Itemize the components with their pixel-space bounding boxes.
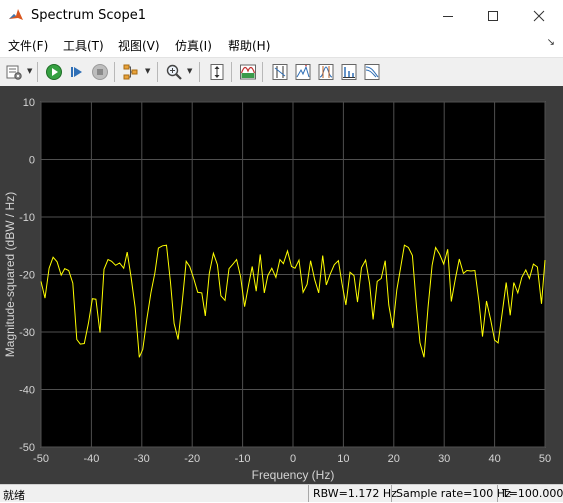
- peak-finder-button[interactable]: [292, 61, 314, 83]
- window-title: Spectrum Scope1: [31, 8, 147, 23]
- stop-icon: [92, 64, 108, 80]
- x-tick-label: -40: [83, 453, 99, 465]
- signal-selector-dropdown-icon[interactable]: ▼: [145, 68, 151, 75]
- x-tick-label: 20: [388, 453, 400, 465]
- run-button[interactable]: [43, 61, 65, 83]
- stop-button[interactable]: [89, 61, 111, 83]
- toolbar-separator: [114, 62, 115, 82]
- cursor-measurements-button[interactable]: [269, 61, 291, 83]
- settings-button[interactable]: [3, 61, 25, 83]
- matlab-icon: [8, 8, 24, 24]
- status-bar: 就绪 RBW=1.172 Hz Sample rate=100 Hz T=100…: [0, 484, 563, 502]
- close-icon: [533, 10, 545, 21]
- cursor-measurements-icon: [272, 64, 288, 80]
- y-tick-label: -10: [19, 212, 35, 224]
- menu-bar: 文件(F) 工具(T) 视图(V) 仿真(I) 帮助(H) ↘: [0, 31, 563, 57]
- x-tick-label: -10: [235, 453, 251, 465]
- ccdf-icon: [364, 64, 380, 80]
- toolbar: ▼ ▼ ▼: [0, 57, 563, 87]
- run-icon: [46, 64, 62, 80]
- y-axis-label: Magnitude-squared (dBW / Hz): [3, 192, 17, 357]
- close-button[interactable]: [516, 0, 562, 31]
- ccdf-button[interactable]: [361, 61, 383, 83]
- toolbar-separator: [37, 62, 38, 82]
- menu-file[interactable]: 文件(F): [8, 37, 48, 54]
- y-tick-label: -40: [19, 385, 35, 397]
- zoom-button[interactable]: [163, 61, 185, 83]
- menu-tools[interactable]: 工具(T): [63, 37, 104, 54]
- minimize-icon: [443, 15, 453, 17]
- x-axis-label: Frequency (Hz): [252, 468, 335, 482]
- scope-figure: -50 -40 -30 -20 -10 0 10 20 30 40 50 10 0 -10 -20 -30 -4…: [0, 86, 563, 484]
- menu-view[interactable]: 视图(V): [118, 37, 160, 54]
- title-bar: Spectrum Scope1: [0, 0, 563, 31]
- maximize-icon: [488, 10, 498, 21]
- distortion-measurements-button[interactable]: [338, 61, 360, 83]
- channel-measurements-icon: [318, 64, 334, 80]
- settings-icon: [6, 65, 22, 80]
- toolbar-separator: [262, 62, 263, 82]
- maximize-button[interactable]: [470, 0, 516, 31]
- x-tick-label: -30: [134, 453, 150, 465]
- signal-selector-icon: [123, 64, 138, 80]
- distortion-measurements-icon: [341, 64, 357, 80]
- x-tick-label: 40: [488, 453, 500, 465]
- x-tick-label: 30: [438, 453, 450, 465]
- signal-selector-button[interactable]: [120, 61, 142, 83]
- spectrum-icon: [240, 64, 256, 80]
- y-tick-label: -20: [19, 270, 35, 282]
- y-tick-label: 0: [29, 155, 35, 167]
- x-tick-label: 0: [290, 453, 296, 465]
- menu-help[interactable]: 帮助(H): [228, 37, 270, 54]
- x-tick-label: -20: [184, 453, 200, 465]
- toolbar-separator: [231, 62, 232, 82]
- dock-pin-icon[interactable]: ↘: [547, 37, 555, 48]
- x-tick-label: 50: [539, 453, 551, 465]
- y-tick-label: -50: [19, 442, 35, 454]
- channel-measurements-button[interactable]: [315, 61, 337, 83]
- zoom-dropdown-icon[interactable]: ▼: [187, 68, 193, 75]
- y-tick-label: 10: [23, 97, 35, 109]
- toolbar-separator: [157, 62, 158, 82]
- autoscale-icon: [210, 64, 224, 80]
- x-tick-label: -50: [33, 453, 49, 465]
- status-sample-rate: Sample rate=100 Hz: [391, 485, 511, 502]
- step-forward-icon: [71, 67, 82, 77]
- status-time: T=100.000: [497, 485, 563, 502]
- peak-finder-icon: [295, 64, 311, 80]
- status-rbw: RBW=1.172 Hz: [308, 485, 397, 502]
- spectrum-button[interactable]: [237, 61, 259, 83]
- spectrum-plot[interactable]: -50 -40 -30 -20 -10 0 10 20 30 40 50 10 0 -10 -20 -30 -4…: [0, 86, 563, 484]
- x-tick-label: 10: [337, 453, 349, 465]
- zoom-icon: [166, 64, 182, 80]
- toolbar-separator: [199, 62, 200, 82]
- menu-simulation[interactable]: 仿真(I): [175, 37, 212, 54]
- settings-dropdown-icon[interactable]: ▼: [27, 68, 33, 75]
- y-tick-label: -30: [19, 327, 35, 339]
- autoscale-button[interactable]: [206, 61, 228, 83]
- step-forward-button[interactable]: [66, 61, 88, 83]
- minimize-button[interactable]: [425, 0, 471, 31]
